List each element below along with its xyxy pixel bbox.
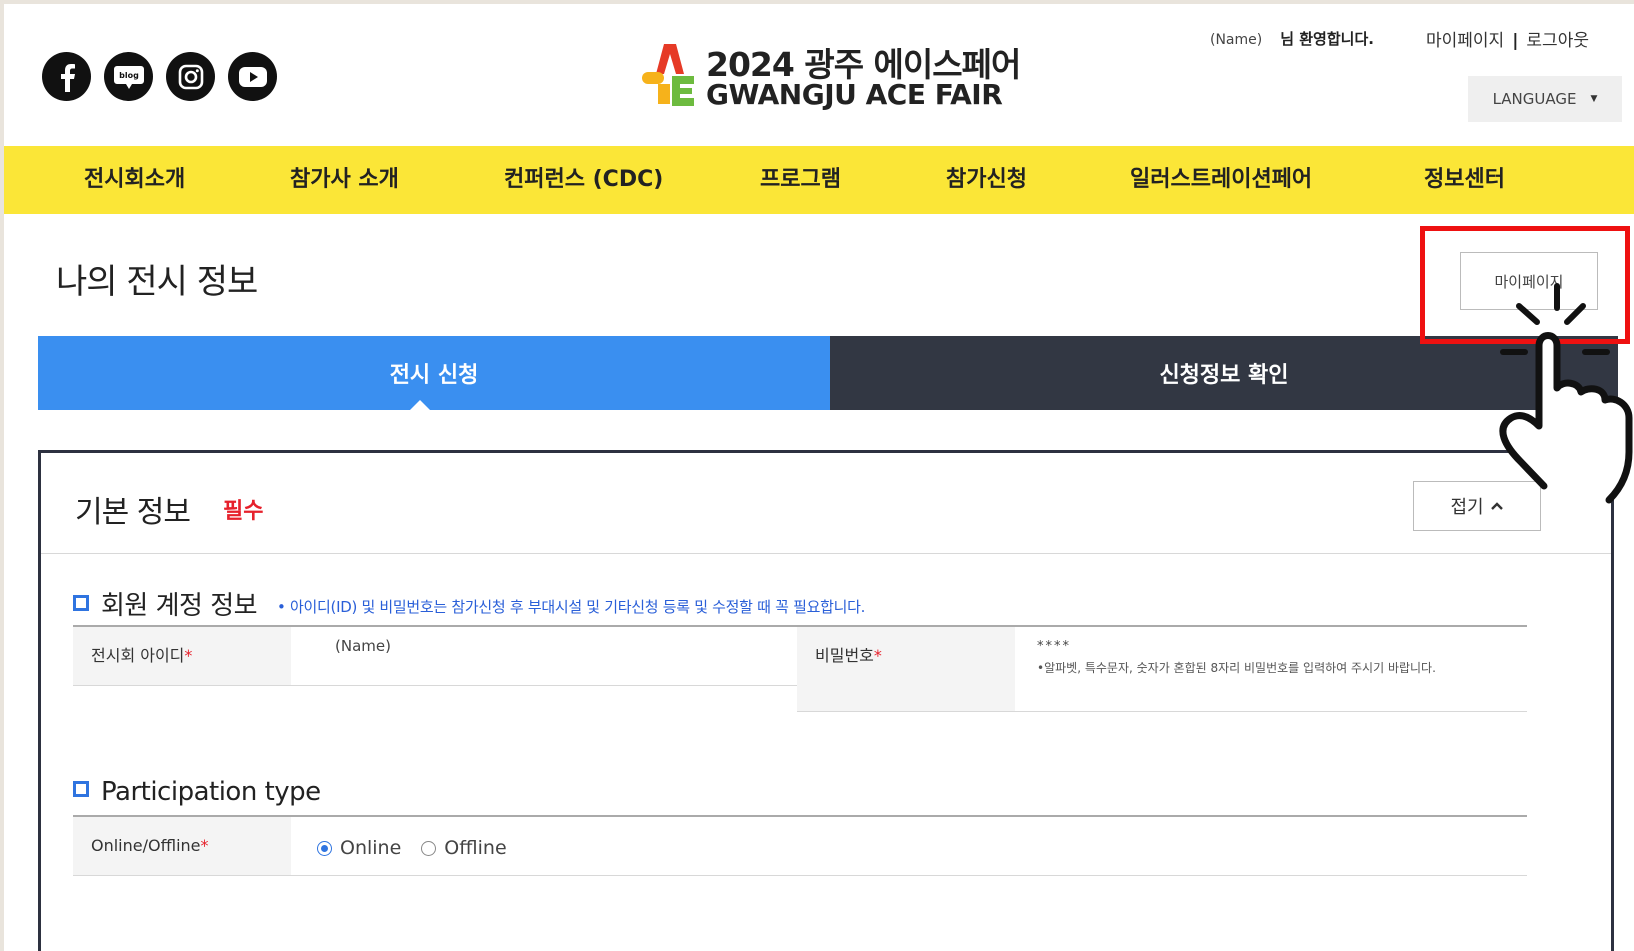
user-name: (Name) bbox=[1210, 32, 1263, 48]
row-divider bbox=[797, 711, 1527, 712]
nav-item-illustration-fair[interactable]: 일러스트레이션페어 bbox=[1130, 146, 1312, 214]
tab-exhibition-apply-label: 전시 신청 bbox=[389, 363, 479, 388]
svg-text:blog: blog bbox=[119, 71, 139, 80]
logout-link[interactable]: 로그아웃 bbox=[1526, 31, 1589, 51]
section-marker-icon bbox=[73, 594, 89, 611]
active-tab-pointer bbox=[410, 400, 430, 410]
password-label: 비밀번호* bbox=[797, 627, 1015, 711]
youtube-icon[interactable] bbox=[228, 52, 277, 101]
tab-application-check-label: 신청정보 확인 bbox=[1159, 363, 1289, 388]
account-section-label: 회원 계정 정보 bbox=[101, 591, 258, 621]
password-label-text: 비밀번호 bbox=[815, 646, 874, 665]
ace-logo-icon bbox=[642, 44, 694, 106]
participation-label-text: Online/Offline bbox=[91, 836, 201, 855]
id-value: (Name) bbox=[335, 637, 391, 655]
account-note: • 아이디(ID) 및 비밀번호는 참가신청 후 부대시설 및 기타신청 등록 … bbox=[277, 598, 866, 616]
facebook-icon[interactable] bbox=[42, 52, 91, 101]
language-select[interactable]: LANGUAGE ▼ bbox=[1468, 76, 1622, 122]
chevron-up-icon bbox=[1490, 502, 1503, 510]
participation-section-label: Participation type bbox=[101, 777, 321, 807]
nav-item-exhibition-intro[interactable]: 전시회소개 bbox=[84, 146, 185, 214]
password-value: **** bbox=[1037, 639, 1071, 654]
page: blog 2024 광주 에이스페어 GWANGJU ACE FAIR (Nam… bbox=[4, 4, 1634, 951]
mypage-link[interactable]: 마이페이지 bbox=[1426, 31, 1504, 51]
nav-item-apply[interactable]: 참가신청 bbox=[946, 146, 1027, 214]
card-header: 기본 정보 필수 접기 bbox=[41, 453, 1611, 554]
section-title: 기본 정보 bbox=[75, 495, 191, 530]
basic-info-card: 기본 정보 필수 접기 회원 계정 정보 • 아이디(ID) 및 비밀번호는 참… bbox=[38, 450, 1614, 951]
top-links: 마이페이지 | 로그아웃 bbox=[1426, 26, 1589, 51]
fold-button-label: 접기 bbox=[1450, 497, 1484, 518]
table-top-border bbox=[73, 815, 1527, 817]
logo-title-english: GWANGJU ACE FAIR bbox=[706, 78, 1003, 111]
nav-item-exhibitors[interactable]: 참가사 소개 bbox=[290, 146, 399, 214]
participation-section-title: Participation type bbox=[73, 777, 321, 807]
required-label: 필수 bbox=[223, 499, 264, 524]
mypage-button[interactable]: 마이페이지 bbox=[1460, 252, 1598, 310]
id-label: 전시회 아이디* bbox=[73, 627, 291, 685]
row-divider bbox=[73, 875, 1527, 876]
instagram-icon[interactable] bbox=[166, 52, 215, 101]
tab-bar: 전시 신청 신청정보 확인 bbox=[38, 336, 1618, 410]
required-star: * bbox=[184, 646, 193, 665]
nav-item-info-center[interactable]: 정보센터 bbox=[1424, 146, 1505, 214]
caret-down-icon: ▼ bbox=[1590, 94, 1598, 104]
tab-exhibition-apply[interactable]: 전시 신청 bbox=[38, 336, 830, 410]
fold-button[interactable]: 접기 bbox=[1413, 481, 1541, 531]
section-marker-icon bbox=[73, 780, 89, 797]
participation-label: Online/Offline* bbox=[73, 817, 291, 875]
account-section-title: 회원 계정 정보 bbox=[73, 585, 258, 622]
radio-offline-label[interactable]: Offline bbox=[444, 837, 506, 859]
welcome-text: 님 환영합니다. bbox=[1280, 30, 1374, 48]
site-logo[interactable]: 2024 광주 에이스페어 GWANGJU ACE FAIR bbox=[642, 38, 1024, 111]
welcome-message: (Name) 님 환영합니다. bbox=[1210, 28, 1374, 49]
blog-icon[interactable]: blog bbox=[104, 52, 153, 101]
nav-item-conference[interactable]: 컨퍼런스 (CDC) bbox=[504, 146, 663, 214]
row-divider bbox=[73, 685, 801, 686]
password-help: •알파벳, 특수문자, 숫자가 혼합된 8자리 비밀번호를 입력하여 주시기 바… bbox=[1037, 661, 1436, 675]
radio-online-label[interactable]: Online bbox=[340, 837, 401, 859]
language-label: LANGUAGE bbox=[1492, 90, 1577, 108]
radio-offline[interactable] bbox=[421, 840, 437, 856]
required-star: * bbox=[200, 836, 209, 855]
participation-radio-group: Online Offline bbox=[317, 837, 507, 859]
page-title: 나의 전시 정보 bbox=[56, 262, 258, 302]
radio-online[interactable] bbox=[317, 840, 332, 856]
link-separator: | bbox=[1512, 31, 1519, 51]
id-label-text: 전시회 아이디 bbox=[91, 646, 185, 665]
required-star: * bbox=[873, 646, 882, 665]
nav-item-program[interactable]: 프로그램 bbox=[760, 146, 841, 214]
tab-application-check[interactable]: 신청정보 확인 bbox=[830, 336, 1618, 410]
main-nav: 전시회소개 참가사 소개 컨퍼런스 (CDC) 프로그램 참가신청 일러스트레이… bbox=[4, 146, 1634, 214]
social-links: blog bbox=[42, 52, 277, 101]
